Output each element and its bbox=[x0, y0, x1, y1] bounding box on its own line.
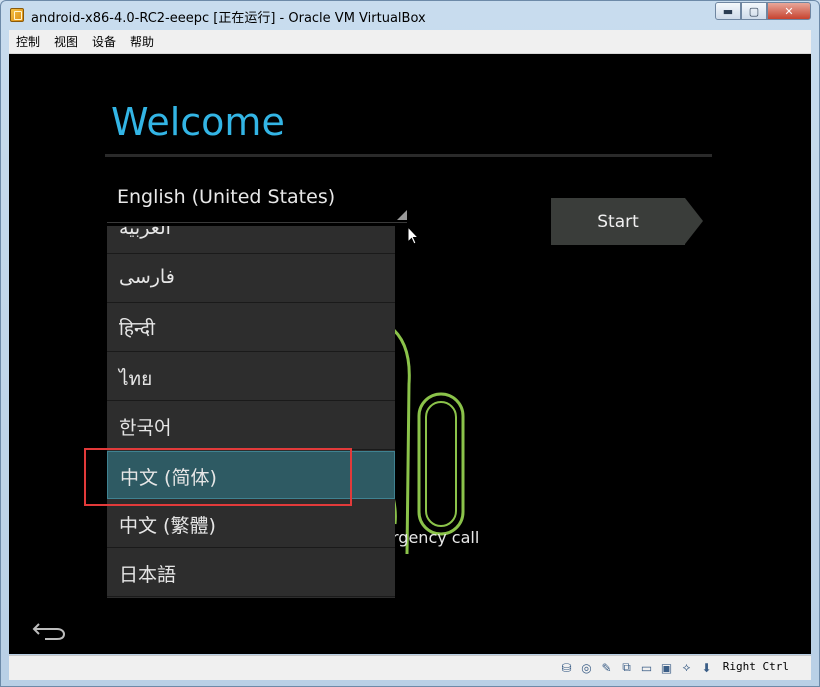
spinner-triangle-icon bbox=[397, 210, 407, 220]
language-option-japanese[interactable]: 日本語 bbox=[107, 549, 395, 597]
language-spinner[interactable]: English (United States) bbox=[107, 178, 407, 223]
back-arrow-icon[interactable] bbox=[31, 618, 67, 640]
title-bar[interactable]: android-x86-4.0-RC2-eeepc [正在运行] - Oracl… bbox=[1, 1, 819, 29]
host-key-label: Right Ctrl bbox=[722, 660, 789, 673]
shared-folder-icon[interactable]: ▭ bbox=[638, 659, 655, 676]
status-bar: ⛁ ◎ ✎ ⧉ ▭ ▣ ⟡ ⬇ Right Ctrl bbox=[9, 655, 811, 680]
menu-view[interactable]: 视图 bbox=[47, 33, 85, 50]
menu-help[interactable]: 帮助 bbox=[123, 33, 161, 50]
display-icon[interactable]: ▣ bbox=[658, 659, 675, 676]
language-option-label: 中文 (繁體) bbox=[119, 515, 216, 537]
annotation-highlight-box bbox=[84, 448, 352, 506]
language-dropdown-list[interactable]: العربية فارسی हिन्दी ไทย 한국어 中文 (简体) 中文 … bbox=[107, 226, 395, 598]
virtualbox-window: android-x86-4.0-RC2-eeepc [正在运行] - Oracl… bbox=[0, 0, 820, 687]
language-option-thai[interactable]: ไทย bbox=[107, 353, 395, 401]
window-title: android-x86-4.0-RC2-eeepc [正在运行] - Oracl… bbox=[31, 11, 426, 26]
language-selected-value: English (United States) bbox=[117, 186, 336, 208]
welcome-title: Welcome bbox=[111, 100, 285, 144]
emergency-call-label[interactable]: rgency call bbox=[392, 528, 479, 547]
minimize-button[interactable]: ▬ bbox=[715, 2, 741, 20]
language-option-label: فارسی bbox=[119, 266, 175, 288]
menu-control[interactable]: 控制 bbox=[9, 33, 47, 50]
language-option-arabic[interactable]: العربية bbox=[107, 226, 395, 254]
virtualbox-app-icon[interactable] bbox=[10, 8, 24, 22]
language-option-persian[interactable]: فارسی bbox=[107, 255, 395, 303]
language-option-label: العربية bbox=[119, 226, 171, 239]
close-button[interactable]: ✕ bbox=[767, 2, 811, 20]
language-option-label: ไทย bbox=[119, 368, 153, 390]
language-option-hindi[interactable]: हिन्दी bbox=[107, 304, 395, 352]
window-controls: ▬ ▢ ✕ bbox=[715, 2, 811, 20]
menu-bar: 控制 视图 设备 帮助 bbox=[9, 30, 811, 54]
start-button[interactable]: Start bbox=[551, 198, 703, 245]
language-option-label: 한국어 bbox=[119, 417, 172, 439]
capture-icon[interactable]: ⟡ bbox=[678, 659, 695, 676]
menu-devices[interactable]: 设备 bbox=[85, 33, 123, 50]
title-divider bbox=[105, 154, 712, 157]
network-icon[interactable]: ⧉ bbox=[618, 659, 635, 676]
hard-disk-icon[interactable]: ⛁ bbox=[558, 659, 575, 676]
usb-icon[interactable]: ✎ bbox=[598, 659, 615, 676]
vm-screen[interactable]: Welcome English (United States) Start rg… bbox=[9, 54, 811, 654]
mouse-integration-icon[interactable]: ⬇ bbox=[698, 659, 715, 676]
language-option-label: हिन्दी bbox=[119, 318, 155, 340]
maximize-button[interactable]: ▢ bbox=[741, 2, 767, 20]
start-button-label: Start bbox=[597, 211, 639, 232]
mouse-cursor-icon bbox=[407, 226, 420, 245]
language-option-chinese-traditional[interactable]: 中文 (繁體) bbox=[107, 500, 395, 548]
language-option-label: 日本語 bbox=[119, 564, 177, 586]
optical-drive-icon[interactable]: ◎ bbox=[578, 659, 595, 676]
language-option-korean[interactable]: 한국어 bbox=[107, 402, 395, 450]
device-status-icons: ⛁ ◎ ✎ ⧉ ▭ ▣ ⟡ ⬇ bbox=[558, 659, 715, 676]
